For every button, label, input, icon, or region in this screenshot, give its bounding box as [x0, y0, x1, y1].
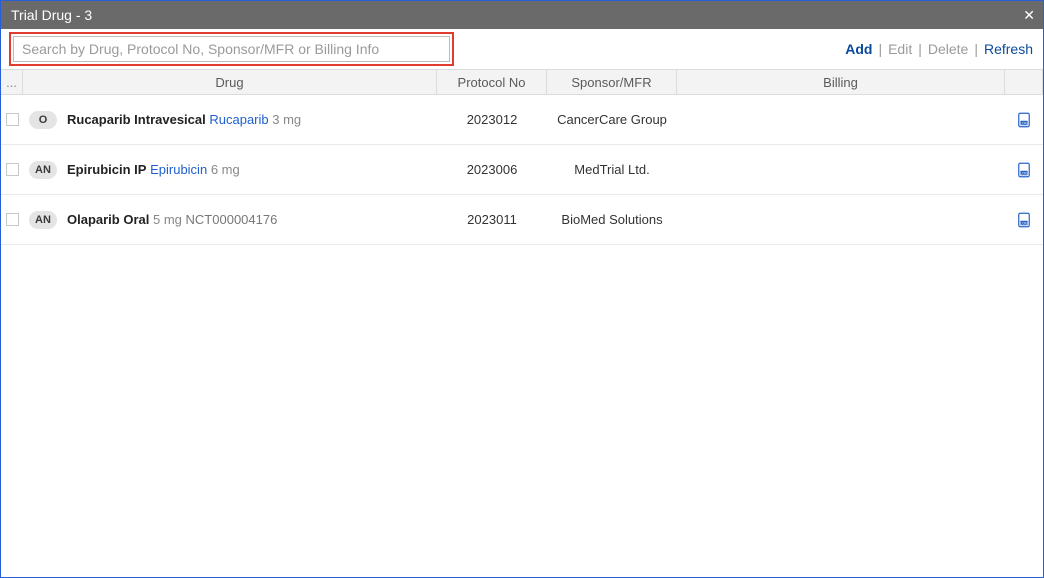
header-menu[interactable]: ...	[1, 70, 23, 94]
drug-name: Olaparib Oral	[67, 212, 149, 227]
drug-name: Rucaparib Intravesical	[67, 112, 206, 127]
toolbar: Add | Edit | Delete | Refresh	[1, 29, 1043, 69]
drug-dose: 6 mg	[211, 162, 240, 177]
separator: |	[974, 41, 978, 57]
table-row[interactable]: AN Olaparib Oral 5 mg NCT000004176 2023011…	[1, 195, 1043, 245]
drug-cell: Rucaparib Intravesical Rucaparib 3 mg	[67, 112, 301, 127]
sponsor: CancerCare Group	[547, 112, 677, 127]
header-billing[interactable]: Billing	[677, 70, 1005, 94]
drug-dose: 3 mg	[272, 112, 301, 127]
close-icon[interactable]: ✕	[1023, 7, 1035, 24]
column-headers: ... Drug Protocol No Sponsor/MFR Billing	[1, 69, 1043, 95]
add-button[interactable]: Add	[843, 41, 874, 57]
window-title: Trial Drug - 3	[11, 7, 92, 23]
drug-cell: Epirubicin IP Epirubicin 6 mg	[67, 162, 240, 177]
toolbar-actions: Add | Edit | Delete | Refresh	[843, 41, 1035, 57]
drug-nct: NCT000004176	[186, 212, 278, 227]
edit-button[interactable]: Edit	[886, 41, 914, 57]
status-badge: AN	[29, 211, 57, 229]
row-checkbox[interactable]	[6, 213, 19, 226]
protocol-no: 2023006	[437, 162, 547, 177]
header-protocol-no[interactable]: Protocol No	[437, 70, 547, 94]
row-checkbox[interactable]	[6, 163, 19, 176]
drug-link[interactable]: Epirubicin	[150, 162, 207, 177]
protocol-no: 2023011	[437, 212, 547, 227]
delete-button[interactable]: Delete	[926, 41, 970, 57]
separator: |	[878, 41, 882, 57]
drug-name: Epirubicin IP	[67, 162, 146, 177]
status-badge: O	[29, 111, 57, 129]
table-row[interactable]: AN Epirubicin IP Epirubicin 6 mg 2023006Me…	[1, 145, 1043, 195]
table-row[interactable]: O Rucaparib Intravesical Rucaparib 3 mg 20…	[1, 95, 1043, 145]
sponsor: BioMed Solutions	[547, 212, 677, 227]
header-sponsor[interactable]: Sponsor/MFR	[547, 70, 677, 94]
drug-cell: Olaparib Oral 5 mg NCT000004176	[67, 212, 277, 227]
svg-text:LOG: LOG	[1020, 171, 1028, 175]
separator: |	[918, 41, 922, 57]
log-icon[interactable]: LOG	[1015, 161, 1033, 179]
sponsor: MedTrial Ltd.	[547, 162, 677, 177]
log-icon[interactable]: LOG	[1015, 211, 1033, 229]
header-log	[1005, 70, 1043, 94]
row-checkbox[interactable]	[6, 113, 19, 126]
protocol-no: 2023012	[437, 112, 547, 127]
search-input[interactable]	[13, 36, 450, 62]
search-highlight-box	[9, 32, 454, 66]
svg-text:LOG: LOG	[1020, 221, 1028, 225]
status-badge: AN	[29, 161, 57, 179]
title-bar: Trial Drug - 3 ✕	[1, 1, 1043, 29]
svg-text:LOG: LOG	[1020, 121, 1028, 125]
drug-link[interactable]: Rucaparib	[209, 112, 268, 127]
table-body: O Rucaparib Intravesical Rucaparib 3 mg 20…	[1, 95, 1043, 245]
header-drug[interactable]: Drug	[23, 70, 437, 94]
log-icon[interactable]: LOG	[1015, 111, 1033, 129]
drug-dose: 5 mg	[153, 212, 182, 227]
refresh-button[interactable]: Refresh	[982, 41, 1035, 57]
